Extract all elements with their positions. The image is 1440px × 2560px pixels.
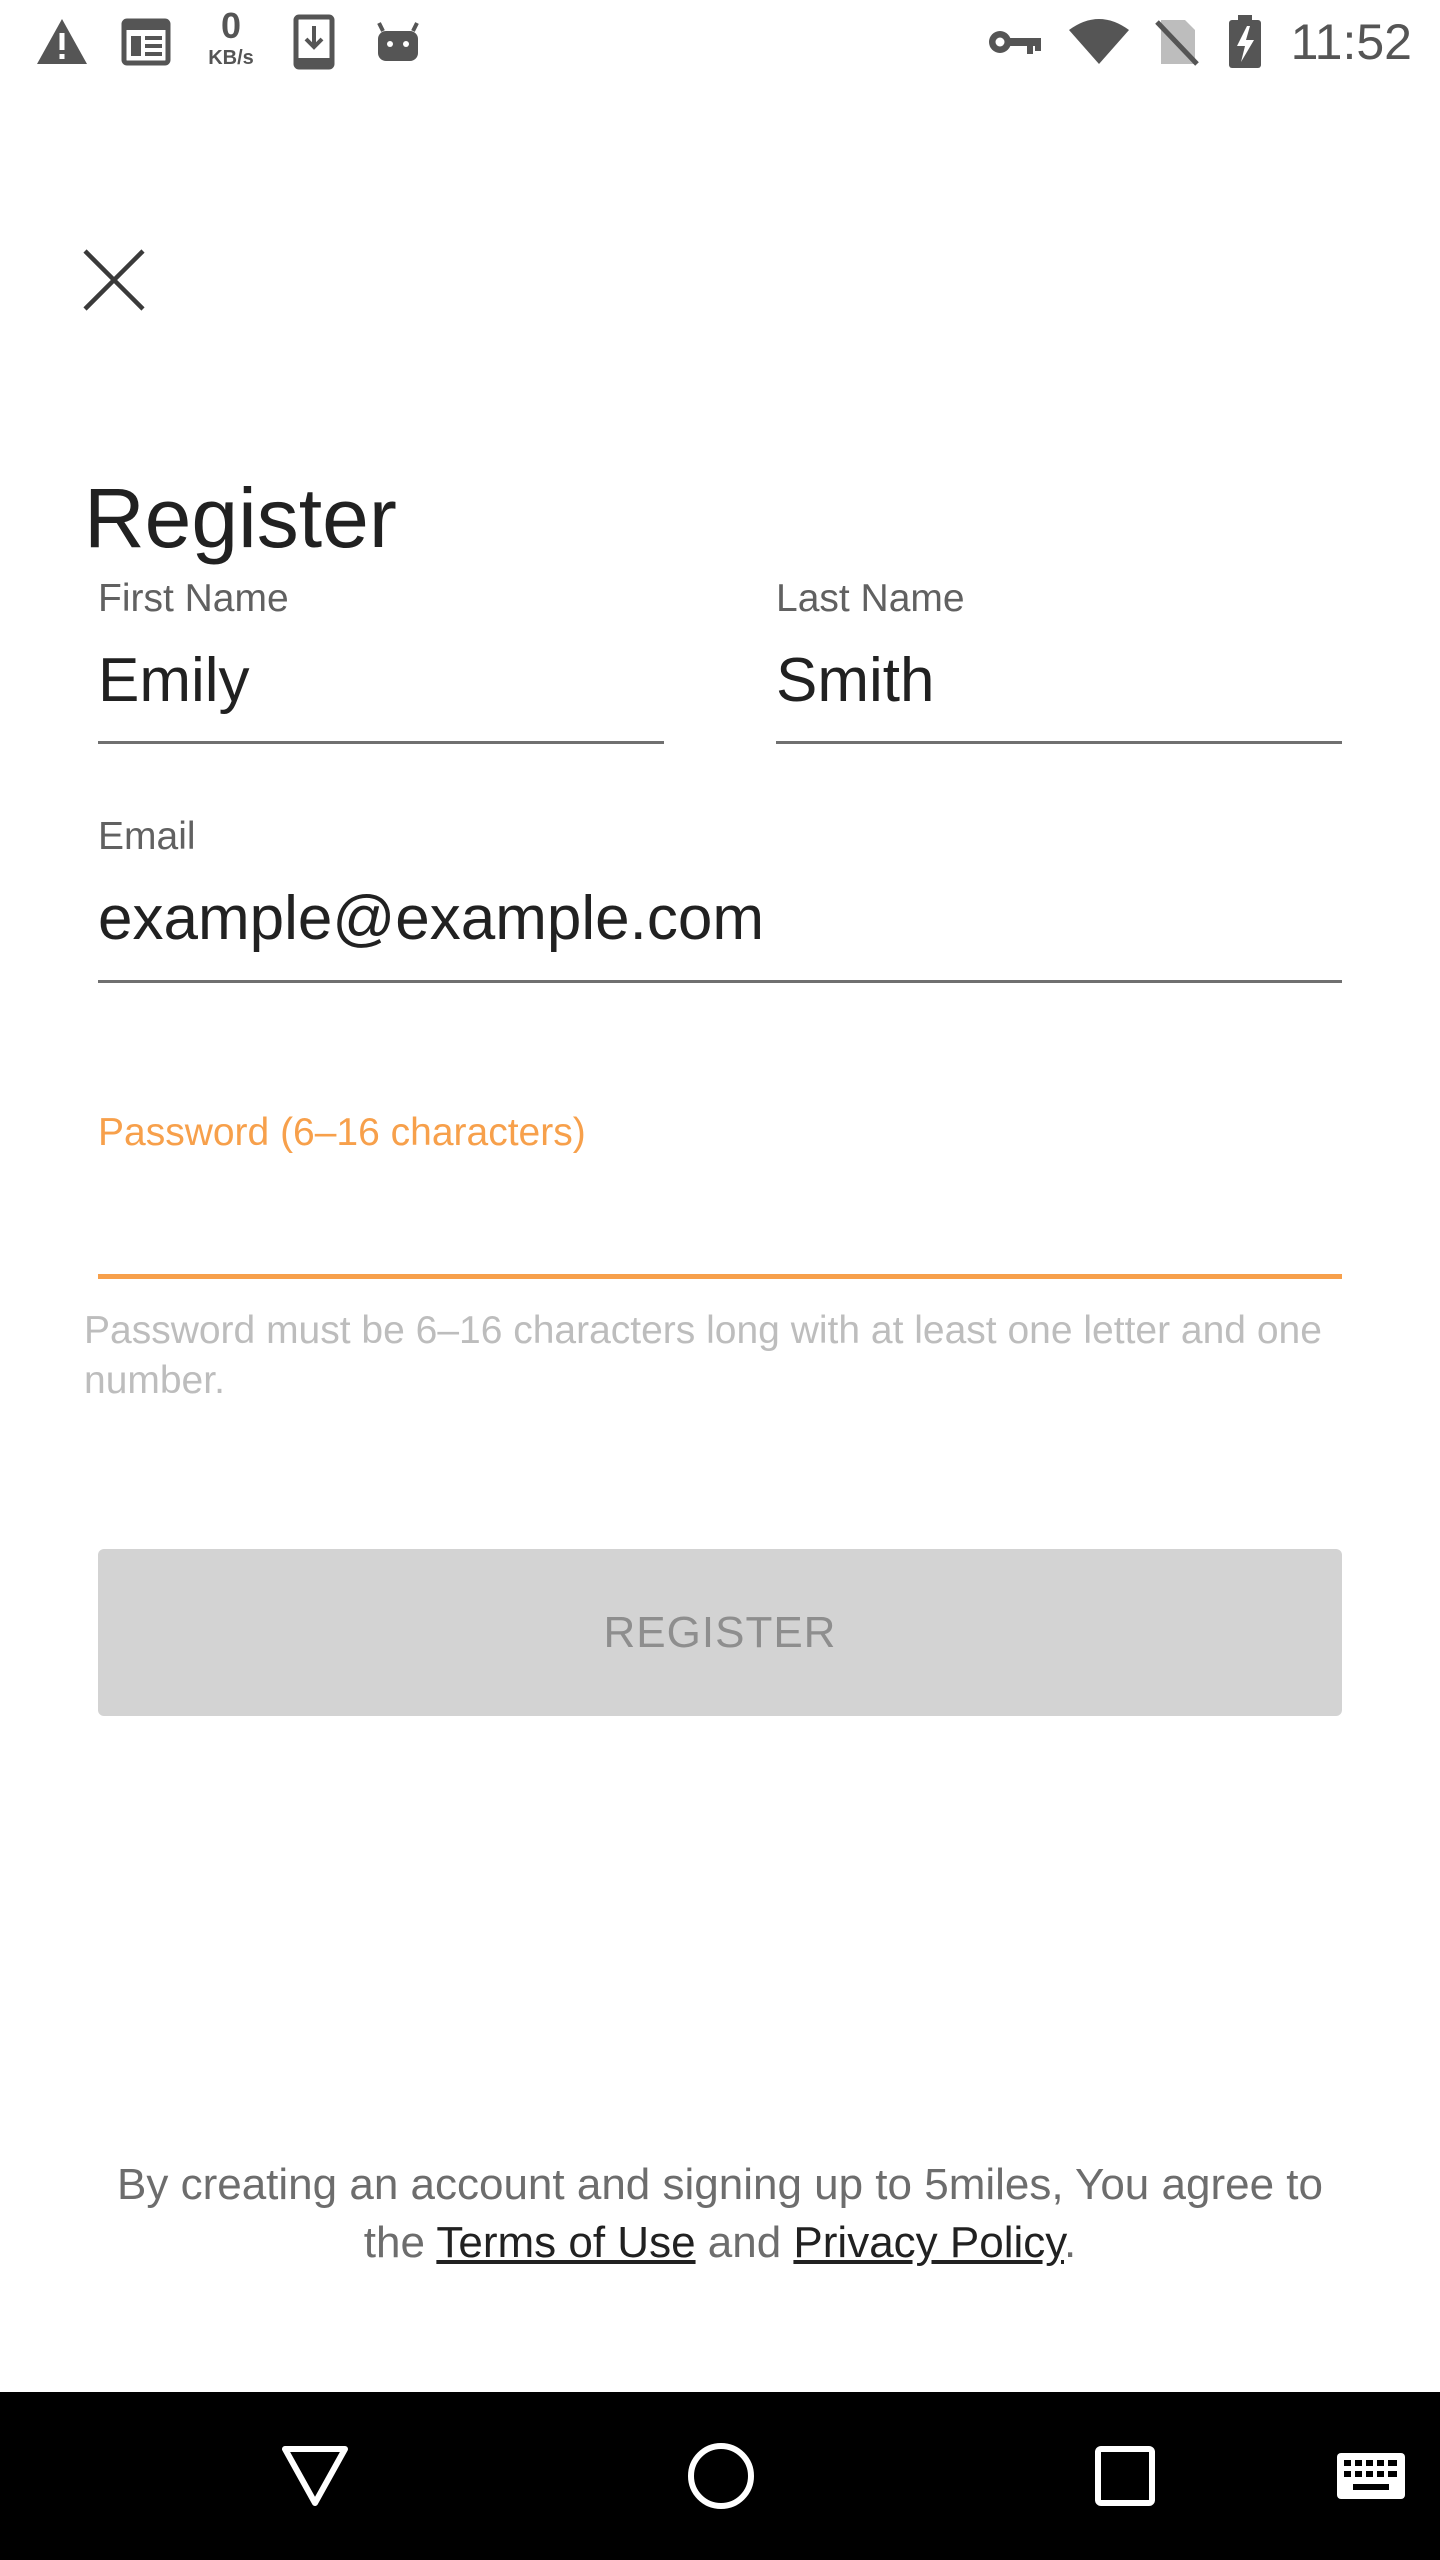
data-speed-icon: 0 KB/s bbox=[202, 6, 260, 76]
warning-icon bbox=[34, 0, 90, 84]
android-icon bbox=[374, 0, 422, 84]
last-name-input[interactable] bbox=[776, 636, 1342, 726]
last-name-label: Last Name bbox=[776, 577, 965, 620]
first-name-underline bbox=[98, 741, 664, 744]
navigation-bar bbox=[0, 2392, 1440, 2560]
privacy-policy-link[interactable]: Privacy Policy bbox=[793, 2218, 1064, 2267]
email-underline bbox=[98, 980, 1342, 983]
status-bar: 0 KB/s 11:52 bbox=[0, 0, 1440, 84]
recents-button[interactable] bbox=[1080, 2392, 1170, 2560]
download-icon bbox=[292, 0, 336, 84]
page-title: Register bbox=[84, 471, 397, 565]
speed-unit: KB/s bbox=[208, 47, 254, 69]
no-sim-icon bbox=[1152, 0, 1202, 84]
terms-of-use-link[interactable]: Terms of Use bbox=[436, 2218, 695, 2267]
register-screen: 0 KB/s 11:52 Register First Name Emily L… bbox=[0, 0, 1440, 2560]
password-label: Password (6–16 characters) bbox=[98, 1111, 586, 1154]
close-icon bbox=[83, 249, 145, 311]
email-label: Email bbox=[98, 815, 196, 858]
speed-value: 0 bbox=[220, 5, 242, 46]
keyboard-button[interactable] bbox=[1326, 2392, 1416, 2560]
home-button[interactable] bbox=[676, 2392, 766, 2560]
password-helper-text: Password must be 6–16 characters long wi… bbox=[84, 1309, 1322, 1402]
first-name-input[interactable] bbox=[98, 636, 664, 726]
first-name-label: First Name bbox=[98, 577, 289, 620]
first-name-field: First Name bbox=[98, 576, 664, 746]
recents-icon bbox=[1095, 2446, 1155, 2506]
vpn-key-icon bbox=[986, 0, 1044, 84]
keyboard-icon bbox=[1337, 2453, 1405, 2499]
back-icon bbox=[282, 2446, 348, 2506]
email-input[interactable] bbox=[98, 874, 1342, 964]
password-underline bbox=[98, 1274, 1342, 1279]
terms-suffix: . bbox=[1064, 2218, 1077, 2267]
password-field: Password (6–16 characters) bbox=[98, 1110, 1342, 1280]
password-input[interactable] bbox=[98, 1190, 1342, 1270]
wifi-icon bbox=[1066, 0, 1132, 84]
last-name-underline bbox=[776, 741, 1342, 744]
terms-middle: and bbox=[695, 2218, 794, 2267]
news-icon bbox=[120, 0, 172, 84]
battery-charging-icon bbox=[1226, 0, 1264, 84]
register-button[interactable]: REGISTER bbox=[98, 1549, 1342, 1716]
terms-notice: By creating an account and signing up to… bbox=[100, 2156, 1340, 2272]
status-time: 11:52 bbox=[1290, 14, 1412, 70]
back-button[interactable] bbox=[270, 2392, 360, 2560]
last-name-field: Last Name bbox=[776, 576, 1342, 746]
home-icon bbox=[688, 2443, 754, 2509]
close-button[interactable] bbox=[70, 236, 158, 324]
email-field: Email bbox=[98, 814, 1342, 984]
